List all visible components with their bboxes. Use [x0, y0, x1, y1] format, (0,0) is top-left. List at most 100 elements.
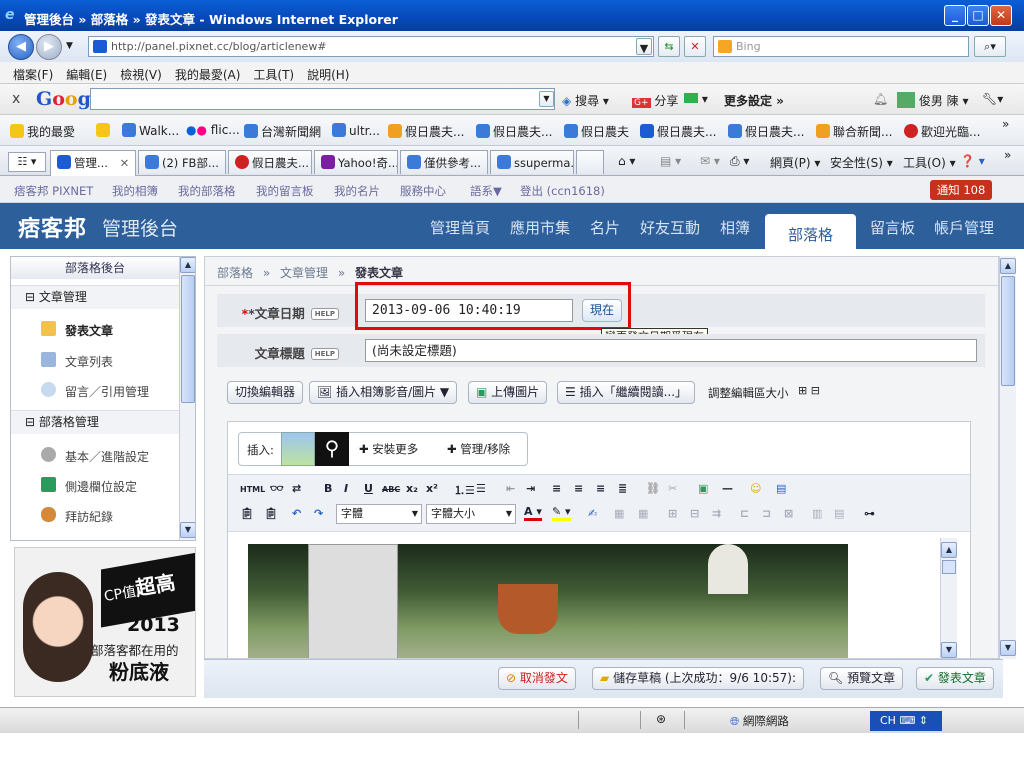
menu-edit[interactable]: 編輯(E) [66, 62, 107, 83]
italic-icon[interactable]: I [344, 482, 348, 495]
fav-item-farmer-2[interactable]: 假日農夫... [476, 123, 552, 140]
scroll-up-icon[interactable]: ▲ [180, 257, 195, 273]
paste-word-icon[interactable]: 📋︎ [264, 507, 278, 520]
link-icon[interactable]: ⛓︎ [646, 482, 660, 495]
merge-cell-icon[interactable]: ▤ [834, 507, 844, 520]
undo-icon[interactable]: ↶ [292, 507, 301, 520]
cancel-post-button[interactable]: ⊘ 取消發文 [498, 667, 576, 690]
print-icon[interactable]: ⎙ ▾ [730, 154, 749, 169]
title-input[interactable]: (尚未設定標題) [365, 339, 977, 362]
unlink-icon[interactable]: ✂ [668, 482, 677, 495]
stop-button[interactable]: ✕ [684, 36, 706, 57]
justify-icon[interactable]: ≣ [618, 482, 627, 495]
close-toolbar-icon[interactable]: x [12, 91, 20, 107]
language-menu[interactable]: 語系▼ [470, 183, 502, 199]
underline-icon[interactable]: U [364, 482, 373, 495]
nav-dashboard[interactable]: 管理首頁 [430, 217, 490, 238]
help-icon[interactable]: ❓ ▾ [960, 154, 985, 168]
sidebar-item-article-list[interactable]: 文章列表 [65, 353, 113, 370]
notification-bell-icon[interactable]: 🔔︎ [873, 92, 888, 106]
superscript-icon[interactable]: x² [426, 482, 438, 495]
menu-tools[interactable]: 工具(T) [253, 62, 294, 83]
tab-farmer[interactable]: 假日農夫... [228, 150, 312, 174]
url-input[interactable]: http://panel.pixnet.cc/blog/articlenew# [88, 36, 654, 57]
emoticon-icon[interactable]: ☺ [750, 482, 761, 495]
link-my-card[interactable]: 我的名片 [334, 183, 380, 199]
menu-help[interactable]: 說明(H) [307, 62, 349, 83]
article-photo[interactable] [248, 544, 848, 658]
align-right-icon[interactable]: ≡ [596, 482, 605, 495]
find-icon[interactable]: 👓︎ [270, 482, 284, 495]
preview-button[interactable]: 🔍︎ 預覽文章 [820, 667, 904, 690]
delete-col-icon[interactable]: ⊠ [784, 507, 793, 520]
switch-editor-button[interactable]: 切換編輯器 [227, 381, 304, 404]
google-dropdown-button[interactable]: ▼ [539, 91, 554, 107]
subscript-icon[interactable]: x₂ [406, 482, 418, 495]
bullet-list-icon[interactable]: ☰ [476, 482, 486, 495]
delete-row-icon[interactable]: ⊟ [690, 507, 699, 520]
text-color-icon[interactable]: A ▾ [524, 506, 542, 521]
link-my-guestbook[interactable]: 我的留言板 [256, 183, 314, 199]
map-pin-icon[interactable]: ⚲ [315, 432, 349, 466]
manage-plugins-button[interactable]: ✚ 管理/移除 [447, 441, 510, 457]
security-zone[interactable]: 🌐︎ 網際網路 [730, 713, 789, 729]
indent-icon[interactable]: ⇥ [526, 482, 535, 495]
tools-menu[interactable]: 工具(O) ▾ [903, 154, 956, 171]
media-icon[interactable]: ▤ [776, 482, 786, 495]
fav-item-udn[interactable]: 聯合新聞... [816, 123, 892, 140]
sidebar-item-widgets[interactable]: 側邊欄位設定 [65, 478, 137, 495]
fav-item-flickr[interactable]: ●● flic... [186, 123, 240, 137]
fav-item-welcome[interactable]: 歡迎光臨... [904, 123, 980, 140]
nav-account[interactable]: 帳戶管理 [934, 217, 994, 238]
nav-card[interactable]: 名片 [590, 217, 620, 238]
url-dropdown-button[interactable]: ▼ [636, 38, 652, 55]
commands-overflow-icon[interactable]: » [1004, 148, 1011, 162]
redo-icon[interactable]: ↷ [314, 507, 323, 520]
search-button[interactable]: ⌕▾ [974, 36, 1006, 57]
paste-icon[interactable]: 📋︎ [240, 507, 254, 520]
font-size-select[interactable]: 字體大小 ▼ [426, 504, 516, 524]
publish-button[interactable]: ✔ 發表文章 [916, 667, 994, 690]
menu-file[interactable]: 檔案(F) [13, 62, 53, 83]
col-after-icon[interactable]: ⊐ [762, 507, 771, 520]
html-source-icon[interactable]: HTML [240, 485, 265, 494]
page-menu[interactable]: 網頁(P) ▾ [770, 154, 820, 171]
font-family-select[interactable]: 字體 ▼ [336, 504, 422, 524]
quick-tabs-button[interactable]: ☷ ▾ [8, 152, 46, 172]
feeds-icon[interactable]: ▤ ▾ [660, 154, 681, 168]
upload-image-button[interactable]: ▣ 上傳圖片 [468, 381, 548, 404]
bookmark-toggle-button[interactable]: ▾ [684, 92, 708, 106]
scroll-down-icon[interactable]: ▼ [180, 522, 195, 538]
nav-guestbook[interactable]: 留言板 [870, 217, 915, 238]
page-scrollbar[interactable]: ▲ ▼ [999, 256, 1016, 659]
nav-blog[interactable]: 部落格 [765, 214, 856, 249]
new-tab-button[interactable] [576, 150, 604, 174]
history-dropdown-icon[interactable]: ▼ [66, 41, 73, 51]
scroll-thumb[interactable] [181, 275, 195, 403]
sidebar-item-comments[interactable]: 留言／引用管理 [65, 383, 149, 400]
resize-controls[interactable]: ⊞ ⊟ [798, 384, 820, 397]
sidebar-item-visits[interactable]: 拜訪紀錄 [65, 508, 113, 525]
date-help-button[interactable]: HELP [310, 308, 339, 320]
tab-pixnet[interactable]: 管理... ✕ [50, 150, 136, 176]
table-props-icon[interactable]: ▦ [638, 507, 648, 520]
wrench-icon[interactable]: 🔧︎▾ [982, 92, 1003, 106]
link-my-blog[interactable]: 我的部落格 [178, 183, 236, 199]
outdent-icon[interactable]: ⇤ [506, 482, 515, 495]
more-settings-link[interactable]: 更多設定 » [724, 92, 784, 109]
fav-item-ultr[interactable]: ultr... [332, 123, 380, 138]
safety-menu[interactable]: 安全性(S) ▾ [830, 154, 893, 171]
page-scroll-thumb[interactable] [1001, 276, 1015, 386]
save-draft-button[interactable]: ▰ 儲存草稿 (上次成功：9/6 10:57): [592, 667, 804, 690]
close-window-button[interactable]: ✕ [990, 5, 1012, 26]
align-left-icon[interactable]: ≡ [552, 482, 561, 495]
photo-plugin-icon[interactable] [281, 432, 315, 466]
menu-view[interactable]: 檢視(V) [120, 62, 162, 83]
mail-icon[interactable]: ✉ ▾ [700, 154, 720, 168]
close-tab-icon[interactable]: ✕ [120, 156, 130, 170]
ordered-list-icon[interactable]: ⒈☰ [454, 482, 475, 498]
maximize-button[interactable]: □ [967, 5, 989, 26]
link-pixnet-home[interactable]: 痞客邦 PIXNET [14, 183, 93, 199]
notification-badge[interactable]: 通知 108 [930, 180, 992, 200]
sidebar-scrollbar[interactable]: ▲ ▼ [179, 257, 195, 540]
